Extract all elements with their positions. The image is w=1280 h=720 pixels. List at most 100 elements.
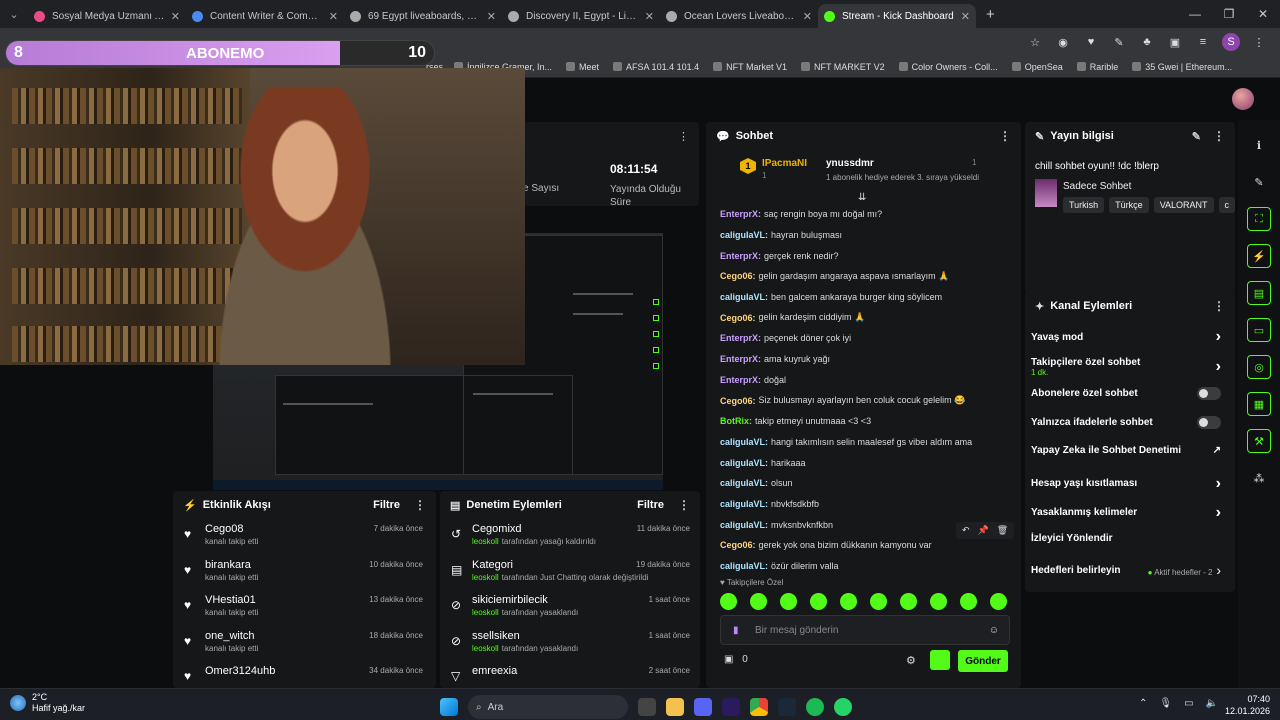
taskbar-search[interactable]: ⌕ Ara (468, 695, 628, 719)
emote[interactable] (840, 593, 857, 610)
close-window-icon[interactable]: ✕ (1246, 7, 1280, 21)
list-item[interactable]: ⊘ ssellsiken leoskoll tarafından yasaklandı… (440, 626, 700, 662)
browser-tab[interactable]: Stream - Kick Dashboard ✕ (818, 4, 976, 28)
tag-chip[interactable]: Türkçe (1109, 197, 1149, 213)
mic-icon[interactable]: 🎙 (1159, 698, 1172, 709)
toggle-switch[interactable] (1197, 386, 1221, 400)
puzzle-icon[interactable]: ▣ (1166, 33, 1184, 51)
list-item[interactable]: ♥ VHestia01 kanalı takip etti 13 dakika önc… (173, 590, 433, 626)
chat-username[interactable]: Cego06 (720, 271, 753, 281)
channel-action-row[interactable]: Hedefleri belirleyin ● Aktif hedefler - 2… (1031, 562, 1221, 578)
discord-icon[interactable] (694, 698, 712, 716)
chat-username[interactable]: Cego06 (720, 396, 753, 406)
filter-button[interactable]: Filtre (637, 499, 664, 511)
chat-input[interactable]: ▮ Bir mesaj gönderin ☺ (720, 615, 1010, 645)
chat-message[interactable]: EnterprX: doğal (720, 370, 1010, 391)
category-name[interactable]: Sadece Sohbet (1063, 181, 1131, 192)
chevron-right-icon[interactable]: › (1216, 358, 1221, 376)
channel-action-row[interactable]: İzleyici Yönlendir (1031, 533, 1221, 544)
top-gifter-name[interactable]: IPacmaNI (762, 158, 807, 169)
taskview-icon[interactable] (638, 698, 656, 716)
external-link-icon[interactable]: ↗ (1213, 445, 1221, 456)
browser-tab[interactable]: Sosyal Medya Uzmanı Aranıyor ✕ (28, 4, 186, 28)
emote[interactable] (810, 593, 827, 610)
profile-icon[interactable]: S (1222, 33, 1240, 51)
steam-icon[interactable] (778, 698, 796, 716)
chat-username[interactable]: caliguIaVL (720, 478, 765, 488)
bookmark-item[interactable]: AFSA 101.4 101.4 (613, 62, 699, 72)
kebab-menu-icon[interactable]: ⋮ (1213, 299, 1225, 313)
chat-username[interactable]: EnterprX (720, 209, 758, 219)
chat-username[interactable]: caliguIaVL (720, 520, 765, 530)
maximize-icon[interactable]: ❐ (1212, 7, 1246, 21)
browser-tab[interactable]: Content Writer & Community M ✕ (186, 4, 344, 28)
bookmark-item[interactable]: Meet (566, 62, 599, 72)
mic-icon[interactable]: ▮ (733, 625, 739, 636)
kebab-menu-icon[interactable]: ⋮ (1250, 33, 1268, 51)
emote[interactable] (780, 593, 797, 610)
close-icon[interactable]: ✕ (329, 10, 338, 23)
chat-username[interactable]: Cego06 (720, 540, 753, 550)
list-item[interactable]: ♥ birankara kanalı takip etti 10 dakika önc… (173, 555, 433, 591)
volume-icon[interactable]: 🔈 (1206, 698, 1218, 709)
chrome-icon[interactable] (750, 698, 768, 716)
close-icon[interactable]: ✕ (803, 10, 812, 23)
chat-username[interactable]: BotRix (720, 416, 749, 426)
premiere-icon[interactable] (722, 698, 740, 716)
chat-username[interactable]: caliguIaVL (720, 561, 765, 571)
fullscreen-icon[interactable]: ⛶ (1247, 207, 1271, 231)
browser-tab[interactable]: Ocean Lovers Liveaboard, Egypt ✕ (660, 4, 818, 28)
kebab-menu-icon[interactable]: ⋮ (414, 498, 426, 512)
info-icon[interactable]: ℹ (1247, 133, 1271, 157)
chevron-right-icon[interactable]: › (1216, 504, 1221, 522)
channel-action-row[interactable]: Takipçilere özel sohbet 1 dk. › (1031, 357, 1221, 377)
chat-username[interactable]: caliguIaVL (720, 499, 765, 509)
edit-icon[interactable]: ✎ (1192, 130, 1201, 143)
chat-message[interactable]: EnterprX: ama kuyruk yağı (720, 349, 1010, 370)
bookmark-item[interactable]: Color Owners - Coll... (898, 62, 998, 72)
emote[interactable] (750, 593, 767, 610)
chat-username[interactable]: caliguIaVL (720, 437, 765, 447)
chat-username[interactable]: EnterprX (720, 333, 758, 343)
taskbar-clock[interactable]: 07:40 12.01.2026 (1225, 693, 1270, 717)
emote[interactable] (720, 593, 737, 610)
minimize-icon[interactable]: — (1178, 7, 1212, 21)
bolt-icon[interactable]: ⚡ (1247, 244, 1271, 268)
bookmark-item[interactable]: NFT MARKET V2 (800, 62, 885, 72)
emote[interactable] (870, 593, 887, 610)
channel-action-row[interactable]: Yasaklanmış kelimeler › (1031, 504, 1221, 522)
chat-message[interactable]: BotRix: takip etmeyi unutmaaa <3 <3 (720, 411, 1010, 432)
emote[interactable] (900, 593, 917, 610)
chevron-up-icon[interactable]: ⌃ (1139, 698, 1147, 709)
close-icon[interactable]: ✕ (645, 10, 654, 23)
whatsapp-icon[interactable] (834, 698, 852, 716)
chat-message[interactable]: EnterprX: peçenek döner çok iyi (720, 328, 1010, 349)
chat-username[interactable]: caliguIaVL (720, 230, 765, 240)
close-icon[interactable]: ✕ (171, 10, 180, 23)
bookmark-item[interactable]: NFT Market V1 (713, 62, 787, 72)
channel-action-row[interactable]: Hesap yaşı kısıtlaması › (1031, 475, 1221, 493)
chevron-right-icon[interactable]: › (1216, 328, 1221, 346)
gifter2-name[interactable]: ynussdmr (826, 158, 874, 169)
menu-list-icon[interactable]: ≡ (1194, 33, 1212, 51)
close-icon[interactable]: ✕ (961, 10, 970, 23)
chat-message[interactable]: caliguIaVL: nbvkfsdkbfb (720, 494, 1010, 515)
kebab-menu-icon[interactable]: ⋮ (678, 498, 690, 512)
broadcast-icon[interactable]: ◎ (1247, 355, 1271, 379)
display-icon[interactable]: ▭ (1184, 698, 1193, 709)
chat-message[interactable]: caliguIaVL: olsun (720, 473, 1010, 494)
settings-icon[interactable]: ⚙ (906, 654, 916, 667)
chat-username[interactable]: Cego06 (720, 313, 753, 323)
close-icon[interactable]: ✕ (487, 10, 496, 23)
tag-chip[interactable]: Turkish (1063, 197, 1105, 213)
reply-icon[interactable]: ↶ (962, 525, 970, 536)
new-tab-icon[interactable]: + (986, 6, 995, 23)
extension-icon[interactable]: ✎ (1110, 33, 1128, 51)
chat-username[interactable]: EnterprX (720, 375, 758, 385)
chat-username[interactable]: EnterprX (720, 354, 758, 364)
star-icon[interactable]: ☆ (1026, 33, 1044, 51)
chat-message[interactable]: Cego06: Siz bulusmayı ayarlayın ben coluk… (720, 390, 1010, 411)
list-item[interactable]: ♥ Omer3124uhb 34 dakika önce (173, 661, 433, 688)
list-item[interactable]: ↺ Cegomixd leoskoll tarafından yasağı kaldı… (440, 519, 700, 555)
chat-message[interactable]: EnterprX: saç rengin boya mı doğal mı? (720, 204, 1010, 225)
